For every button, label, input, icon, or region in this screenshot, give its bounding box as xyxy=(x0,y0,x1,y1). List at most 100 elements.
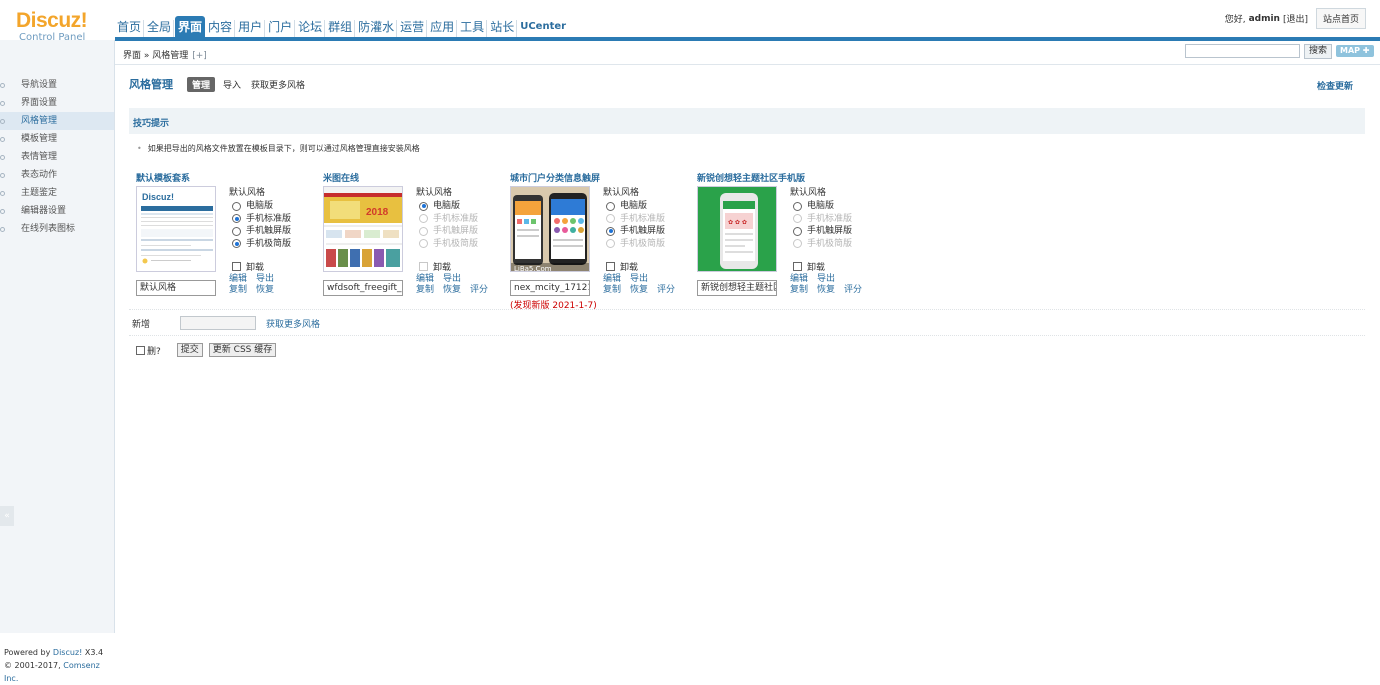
restore-link[interactable]: 恢复 xyxy=(817,285,835,295)
nav-item[interactable]: 全局 xyxy=(145,20,175,38)
option-radio[interactable] xyxy=(419,201,428,211)
restore-link[interactable]: 恢复 xyxy=(443,285,461,295)
nav-item[interactable]: 内容 xyxy=(206,20,236,38)
theme-options: 默认风格 电脑版 手机标准版 手机触屏版 手机极简版 xyxy=(229,187,291,250)
option-label: 电脑版 xyxy=(807,201,835,211)
rate-link[interactable]: 评分 xyxy=(844,285,862,295)
option-radio[interactable] xyxy=(232,201,241,211)
sidebar-item[interactable]: 表态动作 xyxy=(0,166,114,184)
theme-name-link[interactable]: 默认模板套系 xyxy=(136,171,190,184)
theme-name-input[interactable]: nex_mcity_17121 xyxy=(510,280,590,296)
theme-thumbnail[interactable]: Discuz! xyxy=(136,186,216,272)
option-radio[interactable] xyxy=(793,201,802,211)
export-link[interactable]: 导出 xyxy=(443,274,461,284)
theme-name-input[interactable]: 新锐创想轻主题社区 xyxy=(697,280,777,296)
nav-item[interactable]: 防灌水 xyxy=(356,20,398,38)
export-link[interactable]: 导出 xyxy=(817,274,835,284)
nav-item[interactable]: 门户 xyxy=(266,20,296,38)
submit-button[interactable]: 提交 xyxy=(176,343,203,357)
uninstall-checkbox[interactable] xyxy=(606,262,615,271)
copy-link[interactable]: 复制 xyxy=(416,285,434,295)
collapse-sidebar-icon[interactable]: « xyxy=(0,506,14,526)
search-input[interactable] xyxy=(1185,44,1300,58)
nav-item[interactable]: 界面 xyxy=(175,16,206,38)
new-label: 新增 xyxy=(132,319,151,330)
option-radio[interactable] xyxy=(232,226,241,236)
nav-item[interactable]: 站长 xyxy=(488,20,518,38)
option-label: 手机极简版 xyxy=(620,238,666,249)
edit-link[interactable]: 编辑 xyxy=(416,274,434,284)
option-row: 电脑版 xyxy=(229,200,291,213)
sidebar-item[interactable]: 主题鉴定 xyxy=(0,184,114,202)
export-link[interactable]: 导出 xyxy=(630,274,648,284)
option-label: 电脑版 xyxy=(433,201,461,211)
default-style-label: 默认风格 xyxy=(603,188,640,198)
rate-link[interactable]: 评分 xyxy=(657,285,675,295)
discuz-link[interactable]: Discuz! xyxy=(53,648,82,657)
theme-name-input[interactable]: 默认风格 xyxy=(136,280,216,296)
uninstall-checkbox[interactable] xyxy=(232,262,241,271)
theme-thumbnail[interactable]: 2018 xyxy=(323,186,403,272)
rate-link[interactable]: 评分 xyxy=(470,285,488,295)
nav-item[interactable]: 群组 xyxy=(326,20,356,38)
nav-item[interactable]: 首页 xyxy=(115,20,145,38)
sidebar-item[interactable]: 模板管理 xyxy=(0,130,114,148)
theme-thumbnail[interactable]: ✿ ✿ ✿ xyxy=(697,186,777,272)
sidebar-item[interactable]: 表情管理 xyxy=(0,148,114,166)
get-more-themes-link[interactable]: 获取更多风格 xyxy=(266,317,320,330)
edit-link[interactable]: 编辑 xyxy=(790,274,808,284)
restore-link[interactable]: 恢复 xyxy=(256,285,274,295)
theme-actions: 编辑 导出 复制 恢复 评分 xyxy=(603,274,684,296)
uninstall-label: 卸载 xyxy=(246,263,265,273)
option-radio[interactable] xyxy=(606,201,615,211)
option-row: 手机触屏版 xyxy=(229,225,291,238)
uninstall-row: 卸载 xyxy=(790,260,825,273)
copy-link[interactable]: 复制 xyxy=(229,285,247,295)
restore-link[interactable]: 恢复 xyxy=(630,285,648,295)
nav-item[interactable]: 应用 xyxy=(428,20,458,38)
tab-import[interactable]: 导入 xyxy=(223,78,241,91)
uninstall-label: 卸载 xyxy=(433,263,452,273)
sidebar-item[interactable]: 风格管理 xyxy=(0,112,114,130)
search-button[interactable]: 搜索 xyxy=(1304,44,1333,59)
copy-link[interactable]: 复制 xyxy=(790,285,808,295)
add-shortcut-link[interactable]: [+] xyxy=(192,51,207,61)
theme-name-link[interactable]: 城市门户分类信息触屏 xyxy=(510,171,600,184)
logo[interactable]: Discuz! Control Panel xyxy=(16,10,114,44)
update-css-button[interactable]: 更新 CSS 缓存 xyxy=(208,343,277,357)
option-radio[interactable] xyxy=(793,226,802,236)
site-home-button[interactable]: 站点首页 xyxy=(1315,8,1366,29)
check-update-link[interactable]: 检查更新 xyxy=(1317,79,1353,92)
theme-name-link[interactable]: 米图在线 xyxy=(323,171,359,184)
option-radio[interactable] xyxy=(232,239,241,249)
copy-link[interactable]: 复制 xyxy=(603,285,621,295)
theme-name-input[interactable]: wfdsoft_freegift_ xyxy=(323,280,403,296)
uninstall-checkbox[interactable] xyxy=(793,262,802,271)
logout-link[interactable]: [退出] xyxy=(1283,12,1308,25)
breadcrumb-text: 界面 » 风格管理 xyxy=(123,51,189,61)
edit-link[interactable]: 编辑 xyxy=(603,274,621,284)
theme-thumbnail[interactable]: LiBa5.Com xyxy=(510,186,590,272)
map-button[interactable]: MAP ✚ xyxy=(1336,45,1374,57)
tab-get-more[interactable]: 获取更多风格 xyxy=(251,78,305,91)
sidebar-item[interactable]: 编辑器设置 xyxy=(0,202,114,220)
nav-item[interactable]: 论坛 xyxy=(296,20,326,38)
edit-link[interactable]: 编辑 xyxy=(229,274,247,284)
tab-manage[interactable]: 管理 xyxy=(187,76,216,92)
theme-name-link[interactable]: 新锐创想轻主题社区手机版 xyxy=(697,171,805,184)
nav-item[interactable]: 用户 xyxy=(236,20,266,38)
sidebar-item[interactable]: 界面设置 xyxy=(0,94,114,112)
nav-item[interactable]: UCenter xyxy=(518,20,568,38)
nav-item[interactable]: 工具 xyxy=(458,20,488,38)
uninstall-row: 卸载 xyxy=(416,260,451,273)
delete-checkbox[interactable] xyxy=(136,345,145,355)
nav-item[interactable]: 运营 xyxy=(398,20,428,38)
uninstall-label: 卸载 xyxy=(807,263,826,273)
sidebar-item-label: 在线列表图标 xyxy=(21,224,76,234)
new-theme-input[interactable] xyxy=(180,316,257,330)
option-radio[interactable] xyxy=(232,214,241,224)
sidebar-item[interactable]: 导航设置 xyxy=(0,76,114,94)
option-radio[interactable] xyxy=(606,226,615,236)
export-link[interactable]: 导出 xyxy=(256,274,274,284)
sidebar-item[interactable]: 在线列表图标 xyxy=(0,220,114,238)
